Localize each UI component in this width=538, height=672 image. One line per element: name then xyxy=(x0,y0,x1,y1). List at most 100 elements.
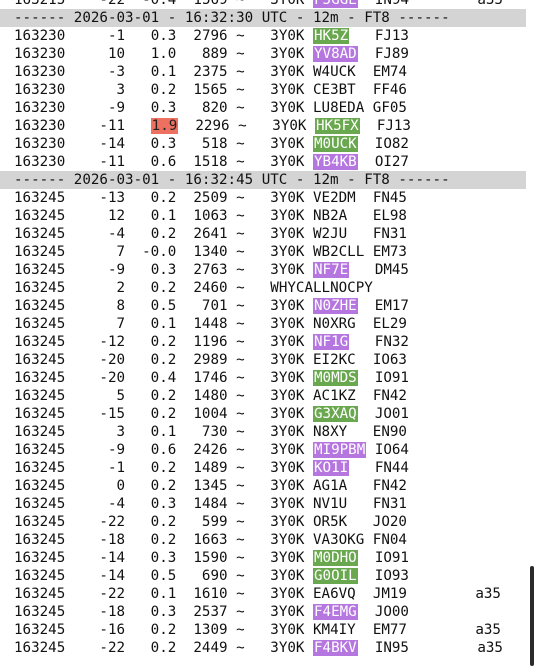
decode-flag: a35 xyxy=(475,586,501,602)
callsign[interactable]: YV8AD xyxy=(313,46,358,62)
callsign: CE3BT xyxy=(313,82,356,98)
audio-frequency: 2796 xyxy=(193,28,228,44)
callsign[interactable]: KO1I xyxy=(313,460,350,476)
decode-row[interactable]: 163245 -9 0.3 2763 ~ 3Y0K NF7E DM45 xyxy=(14,261,526,279)
utc-time: 163245 xyxy=(14,316,66,332)
audio-frequency: 2641 xyxy=(193,226,228,242)
decode-row[interactable]: 163245 -22 0.2 2449 ~ 3Y0K F4BKV IN95 a3… xyxy=(14,639,526,657)
audio-frequency: 1565 xyxy=(193,82,228,98)
callsign: OR5K xyxy=(312,514,348,530)
message-to: 3Y0K xyxy=(270,460,305,476)
utc-time: 163245 xyxy=(14,244,66,260)
decode-row[interactable]: 163230 -11 1.9 2296 ~ 3Y0K HK5FX FJ13 xyxy=(14,117,526,135)
audio-frequency: 1746 xyxy=(193,370,228,386)
grid-locator: FF46 xyxy=(372,82,407,98)
decode-row[interactable]: 163215 -22 -0.4 1569 ~ 3Y0K F5GGL IN94 a… xyxy=(14,0,526,9)
callsign[interactable]: M0MDS xyxy=(313,370,358,386)
grid-locator: EM74 xyxy=(372,64,407,80)
grid-locator: FN31 xyxy=(372,226,407,242)
message-to: 3Y0K xyxy=(270,226,305,242)
mode-symbol: ~ xyxy=(236,82,245,98)
decode-row[interactable]: 163230 -1 0.3 2796 ~ 3Y0K HK5Z FJ13 xyxy=(14,27,526,45)
decode-row[interactable]: 163245 -14 0.5 690 ~ 3Y0K G0OIL IO93 xyxy=(14,567,526,585)
decode-row[interactable]: 163245 0 0.2 1345 ~ 3Y0K AG1A FN42 xyxy=(14,477,526,495)
snr-value: -22 xyxy=(99,586,126,602)
callsign[interactable]: M0UCK xyxy=(312,136,358,152)
decode-row[interactable]: 163230 3 0.2 1565 ~ 3Y0K CE3BT FF46 xyxy=(14,81,526,99)
decode-row[interactable]: 163245 -22 0.1 1610 ~ 3Y0K EA6VQ JM19 a3… xyxy=(14,585,526,603)
grid-locator: FN04 xyxy=(372,532,407,548)
decode-row[interactable]: 163230 -11 0.6 1518 ~ 3Y0K YB4KB OI27 xyxy=(14,153,526,171)
callsign[interactable]: G3XAQ xyxy=(313,406,358,422)
snr-value: -22 xyxy=(99,640,126,656)
message-to: 3Y0K xyxy=(270,100,305,116)
dt-value: 0.2 xyxy=(150,226,177,242)
audio-frequency: 599 xyxy=(201,514,228,530)
dt-value: 0.5 xyxy=(150,298,177,314)
audio-frequency: 2537 xyxy=(193,604,228,620)
decode-row[interactable]: 163245 -4 0.3 1484 ~ 3Y0K NV1U FN31 xyxy=(14,495,526,513)
callsign: N0XRG xyxy=(313,316,356,332)
decode-row[interactable]: 163245 -13 0.2 2509 ~ 3Y0K VE2DM FN45 xyxy=(14,189,526,207)
decode-row[interactable]: 163230 -3 0.1 2375 ~ 3Y0K W4UCK EM74 xyxy=(14,63,526,81)
callsign[interactable]: MI9PBM xyxy=(313,442,367,458)
decode-row[interactable]: 163230 -9 0.3 820 ~ 3Y0K LU8EDA GF05 xyxy=(14,99,526,117)
utc-time: 163245 xyxy=(14,352,66,368)
decode-row[interactable]: 163245 -4 0.2 2641 ~ 3Y0K W2JU FN31 xyxy=(14,225,526,243)
decode-row[interactable]: 163245 3 0.1 730 ~ 3Y0K N8XY EN90 xyxy=(14,423,526,441)
callsign[interactable]: N0ZHE xyxy=(312,298,358,314)
callsign[interactable]: F4EMG xyxy=(313,604,358,620)
decode-row[interactable]: 163245 2 0.2 2460 ~ WHYCALLNOCPY xyxy=(14,279,526,297)
callsign[interactable]: HK5FX xyxy=(315,118,360,134)
callsign[interactable]: F4BKV xyxy=(313,640,358,656)
decode-row[interactable]: 163245 -22 0.2 599 ~ 3Y0K OR5K JO20 xyxy=(14,513,526,531)
period-separator: ------ 2026-03-01 - 16:32:30 UTC - 12m -… xyxy=(0,9,538,27)
decode-row[interactable]: 163245 -18 0.3 2537 ~ 3Y0K F4EMG JO00 xyxy=(14,603,526,621)
callsign[interactable]: G0OIL xyxy=(312,568,358,584)
audio-frequency: 518 xyxy=(201,136,228,152)
grid-locator: EM77 xyxy=(372,622,407,638)
mode-symbol: ~ xyxy=(236,190,245,206)
decode-log[interactable]: 163215 -22 -0.4 1569 ~ 3Y0K F5GGL IN94 a… xyxy=(0,0,538,657)
grid-locator: JM19 xyxy=(372,586,407,602)
decode-row[interactable]: 163245 -16 0.2 1309 ~ 3Y0K KM4IY EM77 a3… xyxy=(14,621,526,639)
utc-time: 163230 xyxy=(14,82,66,98)
mode-symbol: ~ xyxy=(236,316,245,332)
decode-row[interactable]: 163230 10 1.0 889 ~ 3Y0K YV8AD FJ89 xyxy=(14,45,526,63)
decode-row[interactable]: 163245 5 0.2 1480 ~ 3Y0K AC1KZ FN42 xyxy=(14,387,526,405)
callsign[interactable]: NF7E xyxy=(313,262,350,278)
grid-locator: IO91 xyxy=(374,550,409,566)
message-to: 3Y0K xyxy=(270,640,305,656)
mode-symbol: ~ xyxy=(236,28,245,44)
vertical-scrollbar[interactable] xyxy=(526,0,538,672)
decode-row[interactable]: 163245 -20 0.2 2989 ~ 3Y0K EI2KC IO63 xyxy=(14,351,526,369)
decode-row[interactable]: 163245 -9 0.6 2426 ~ 3Y0K MI9PBM IO64 xyxy=(14,441,526,459)
decode-row[interactable]: 163245 -12 0.2 1196 ~ 3Y0K NF1G FN32 xyxy=(14,333,526,351)
decode-row[interactable]: 163245 7 -0.0 1340 ~ 3Y0K WB2CLL EM73 xyxy=(14,243,526,261)
decode-row[interactable]: 163245 -1 0.2 1489 ~ 3Y0K KO1I FN44 xyxy=(14,459,526,477)
message-to: 3Y0K xyxy=(270,244,305,260)
scrollbar-thumb[interactable] xyxy=(530,566,534,666)
grid-locator: FN42 xyxy=(372,388,407,404)
decode-row[interactable]: 163245 -15 0.2 1004 ~ 3Y0K G3XAQ JO01 xyxy=(14,405,526,423)
mode-symbol: ~ xyxy=(236,568,245,584)
callsign[interactable]: HK5Z xyxy=(313,28,350,44)
utc-time: 163245 xyxy=(14,622,66,638)
decode-row[interactable]: 163245 7 0.1 1448 ~ 3Y0K N0XRG EL29 xyxy=(14,315,526,333)
decode-row[interactable]: 163245 8 0.5 701 ~ 3Y0K N0ZHE EM17 xyxy=(14,297,526,315)
decode-row[interactable]: 163245 12 0.1 1063 ~ 3Y0K NB2A EL98 xyxy=(14,207,526,225)
utc-time: 163245 xyxy=(14,550,66,566)
decode-row[interactable]: 163230 -14 0.3 518 ~ 3Y0K M0UCK IO82 xyxy=(14,135,526,153)
decode-row[interactable]: 163245 -20 0.4 1746 ~ 3Y0K M0MDS IO91 xyxy=(14,369,526,387)
snr-value: -4 xyxy=(107,226,126,242)
grid-locator: EL98 xyxy=(372,208,407,224)
dt-value: 0.1 xyxy=(150,208,177,224)
callsign[interactable]: NF1G xyxy=(313,334,350,350)
snr-value: 0 xyxy=(116,478,126,494)
callsign[interactable]: F5GGL xyxy=(313,0,358,8)
callsign[interactable]: M0DHO xyxy=(313,550,358,566)
decode-row[interactable]: 163245 -18 0.2 1663 ~ 3Y0K VA3OKG FN04 xyxy=(14,531,526,549)
snr-value: 3 xyxy=(116,424,126,440)
decode-row[interactable]: 163245 -14 0.3 1590 ~ 3Y0K M0DHO IO91 xyxy=(14,549,526,567)
callsign[interactable]: YB4KB xyxy=(313,154,358,170)
